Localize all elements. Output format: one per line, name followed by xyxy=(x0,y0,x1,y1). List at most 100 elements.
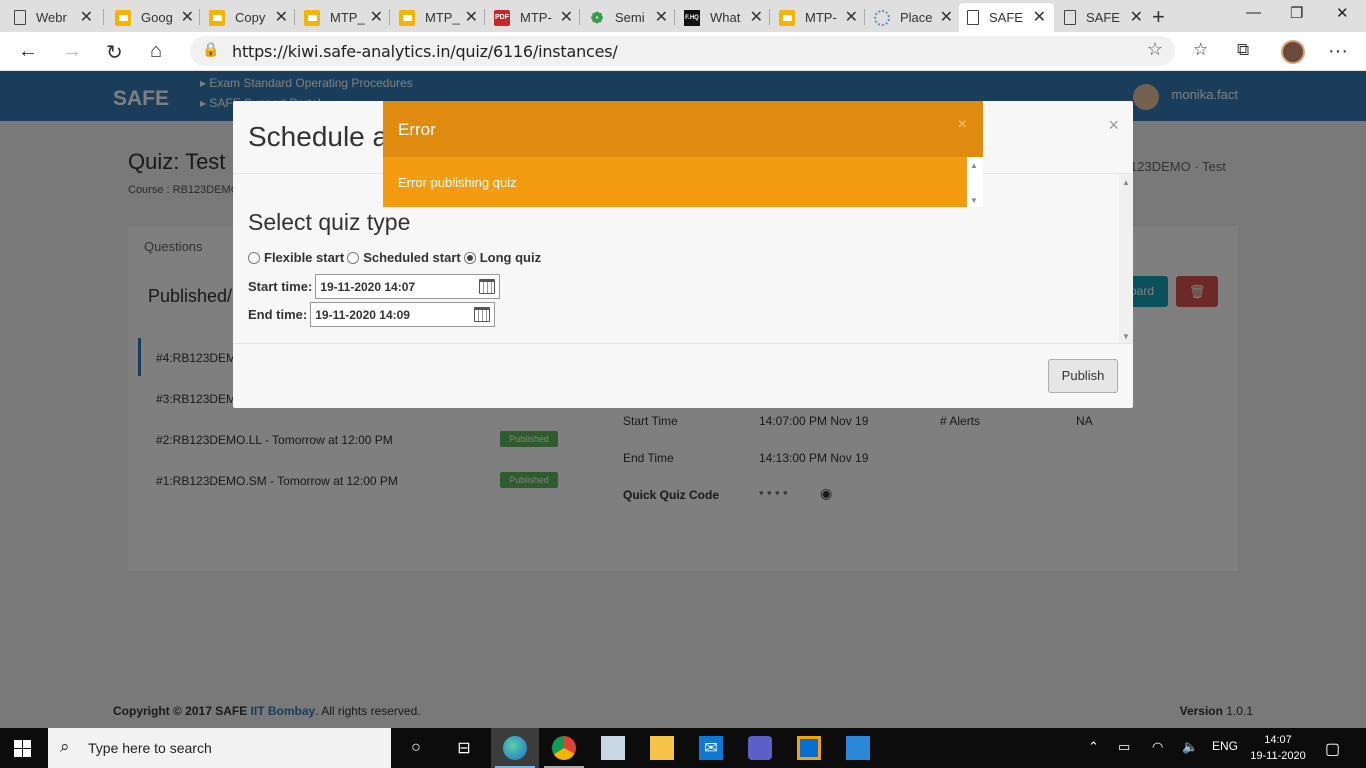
volume-icon[interactable]: 🔈 xyxy=(1182,739,1198,755)
close-tab-icon[interactable]: ✕ xyxy=(750,7,763,27)
close-tab-icon[interactable]: ✕ xyxy=(940,7,953,27)
browser-tab[interactable]: MTP_ ✕ xyxy=(391,3,486,32)
close-tab-icon[interactable]: ✕ xyxy=(80,7,93,27)
scroll-down-icon[interactable]: ▼ xyxy=(1122,332,1130,341)
collections-icon[interactable]: ⧉ xyxy=(1237,40,1249,60)
close-icon[interactable]: × xyxy=(958,116,967,134)
doc-icon xyxy=(14,10,26,25)
error-message: Error publishing quiz xyxy=(398,175,517,190)
radio-flexible-start[interactable] xyxy=(248,251,260,264)
browser-tab[interactable]: Webr ✕ xyxy=(6,3,101,32)
browser-tab[interactable]: Place ✕ xyxy=(866,3,961,32)
windows-taskbar: ⌕ Type here to search ○ ⊟ ✉ ⌃ ▭ ◠ 🔈 ENG … xyxy=(0,728,1366,768)
scrollbar[interactable]: ▲ ▼ xyxy=(967,157,983,207)
close-icon[interactable]: × xyxy=(1108,115,1119,136)
quiz-type-heading: Select quiz type xyxy=(248,209,411,235)
browser-tab[interactable]: ❁ Semi ✕ xyxy=(581,3,676,32)
browser-tab[interactable]: Copy ✕ xyxy=(201,3,296,32)
browser-tab-active[interactable]: SAFE ✕ xyxy=(959,3,1054,32)
restore-icon[interactable]: ❐ xyxy=(1290,4,1303,22)
place-icon xyxy=(874,9,890,26)
close-tab-icon[interactable]: ✕ xyxy=(1033,7,1046,27)
divider xyxy=(233,343,1133,344)
slides-icon xyxy=(399,9,415,26)
task-view-icon[interactable]: ⊟ xyxy=(452,736,476,760)
web-page: SAFE ▸ Exam Standard Operating Procedure… xyxy=(0,71,1366,728)
url-field[interactable]: 🔒 https://kiwi.safe-analytics.in/quiz/61… xyxy=(190,36,1175,66)
slides-icon xyxy=(209,9,225,26)
close-tab-icon[interactable]: ✕ xyxy=(181,7,194,27)
start-time-input[interactable]: 19-11-2020 14:07 xyxy=(315,274,501,299)
slides-icon xyxy=(304,9,320,26)
close-tab-icon[interactable]: ✕ xyxy=(655,7,668,27)
back-icon[interactable]: ← xyxy=(18,40,38,63)
new-tab-icon[interactable]: + xyxy=(1152,4,1165,30)
mail-icon[interactable]: ✉ xyxy=(699,736,723,760)
home-icon[interactable]: ⌂ xyxy=(150,40,162,63)
calendar-icon[interactable] xyxy=(474,307,491,322)
close-tab-icon[interactable]: ✕ xyxy=(275,7,288,27)
close-tab-icon[interactable]: ✕ xyxy=(1130,7,1143,27)
calendar-icon[interactable] xyxy=(479,279,496,294)
semi-icon: ❁ xyxy=(590,9,604,27)
end-time-input[interactable]: 19-11-2020 14:09 xyxy=(310,302,496,327)
browser-tab[interactable]: SAFE ✕ xyxy=(1056,3,1151,32)
browser-tab[interactable]: PDF MTP- ✕ xyxy=(486,3,581,32)
edge-icon[interactable] xyxy=(503,736,527,760)
address-bar-row: ← → ↻ ⌂ 🔒 https://kiwi.safe-analytics.in… xyxy=(0,32,1366,71)
cortana-icon[interactable]: ○ xyxy=(404,736,428,760)
error-modal-title: Error xyxy=(398,120,436,139)
chrome-icon[interactable] xyxy=(552,736,576,760)
quiz-type-radios: Flexible start Scheduled start Long quiz xyxy=(248,250,544,265)
refresh-icon[interactable]: ↻ xyxy=(106,40,123,65)
doc-icon xyxy=(1064,10,1076,25)
browser-tab-strip: Webr ✕ Goog ✕ Copy ✕ MTP_ ✕ MTP_ ✕ PDF MTP- ✕ ❁… xyxy=(0,0,1366,32)
wifi-icon[interactable]: ◠ xyxy=(1152,739,1163,755)
browser-tab[interactable]: Goog ✕ xyxy=(107,3,202,32)
favorites-icon[interactable]: ☆ xyxy=(1193,40,1208,60)
more-options-icon[interactable]: ··· xyxy=(1328,40,1348,63)
file-explorer-icon[interactable] xyxy=(650,736,674,760)
profile-avatar[interactable] xyxy=(1281,40,1305,64)
minimize-icon[interactable]: — xyxy=(1246,4,1261,21)
end-time-row: End time: 19-11-2020 14:09 xyxy=(248,302,496,327)
publish-button[interactable]: Publish xyxy=(1048,359,1118,393)
close-tab-icon[interactable]: ✕ xyxy=(560,7,573,27)
error-modal-body: Error publishing quiz ▲ ▼ xyxy=(383,157,983,207)
scroll-up-icon[interactable]: ▲ xyxy=(970,161,978,170)
photos-icon[interactable] xyxy=(846,736,870,760)
battery-icon[interactable]: ▭ xyxy=(1118,739,1130,755)
close-tab-icon[interactable]: ✕ xyxy=(465,7,478,27)
what-icon: F.HQ xyxy=(684,9,700,26)
search-icon: ⌕ xyxy=(60,737,70,756)
snip-icon[interactable] xyxy=(797,736,821,760)
browser-tab[interactable]: MTP- ✕ xyxy=(771,3,866,32)
schedule-modal-title: Schedule a xyxy=(248,121,389,152)
browser-tab[interactable]: MTP_ ✕ xyxy=(296,3,391,32)
taskbar-search-box[interactable]: ⌕ Type here to search xyxy=(48,728,391,768)
scroll-up-icon[interactable]: ▲ xyxy=(1122,178,1130,187)
forward-icon[interactable]: → xyxy=(62,40,82,63)
teams-icon[interactable] xyxy=(748,736,772,760)
radio-long-quiz[interactable] xyxy=(463,251,476,264)
language-indicator[interactable]: ENG xyxy=(1212,739,1238,753)
start-time-label: Start time: xyxy=(248,279,313,294)
system-clock[interactable]: 14:07 19-11-2020 xyxy=(1247,732,1309,764)
close-tab-icon[interactable]: ✕ xyxy=(370,7,383,27)
windows-start-icon[interactable] xyxy=(14,740,31,757)
slides-icon xyxy=(115,9,131,26)
doc-icon xyxy=(967,10,979,25)
scroll-down-icon[interactable]: ▼ xyxy=(970,196,978,205)
browser-tab[interactable]: F.HQ What ✕ xyxy=(676,3,771,32)
show-hidden-icons[interactable]: ⌃ xyxy=(1088,739,1099,755)
control-panel-icon[interactable] xyxy=(601,736,625,760)
close-tab-icon[interactable]: ✕ xyxy=(845,7,858,27)
notifications-icon[interactable]: ▢ xyxy=(1325,739,1340,759)
slides-icon xyxy=(779,9,795,26)
lock-icon[interactable]: 🔒 xyxy=(202,41,219,58)
close-window-icon[interactable]: ✕ xyxy=(1336,4,1349,22)
end-time-label: End time: xyxy=(248,307,308,322)
favorite-star-icon[interactable]: ☆ xyxy=(1147,39,1163,60)
radio-scheduled-start[interactable] xyxy=(347,251,360,264)
scrollbar[interactable]: ▲ ▼ xyxy=(1119,174,1133,343)
